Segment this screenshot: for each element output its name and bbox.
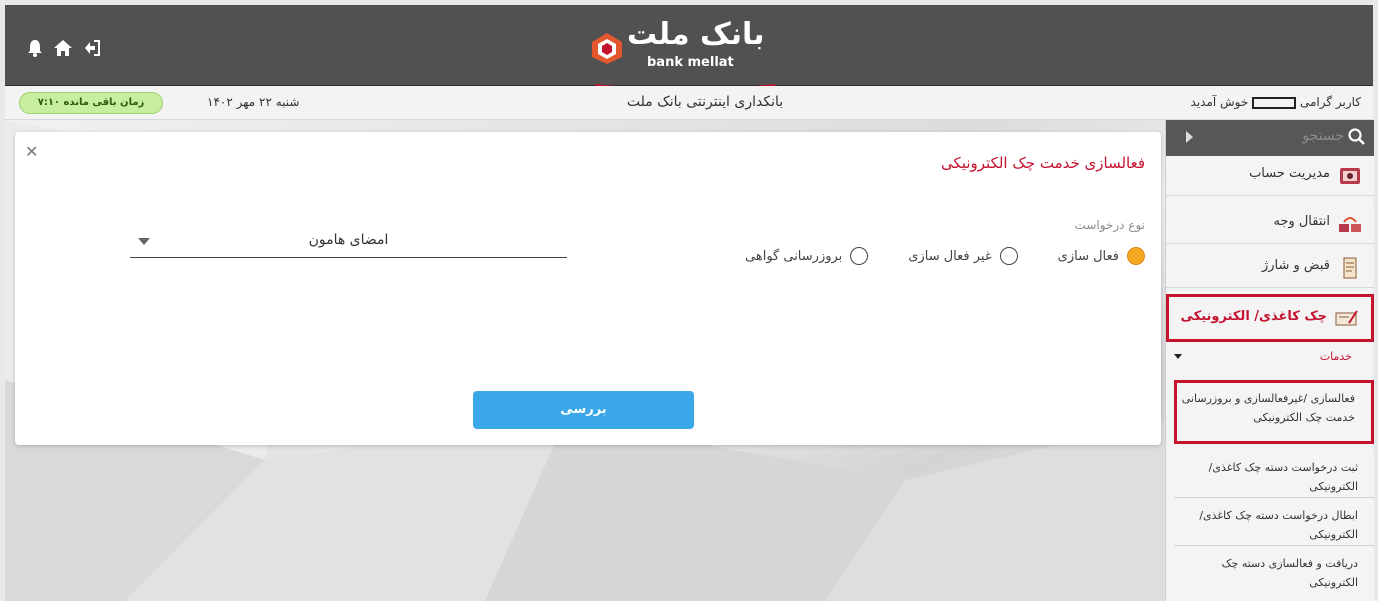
welcome-prefix: کاربر گرامی [1299, 95, 1361, 109]
submenu-services-header[interactable]: خدمات [1166, 344, 1374, 372]
current-date: شنبه ۲۲ مهر ۱۴۰۲ [207, 95, 300, 109]
home-icon[interactable] [53, 39, 73, 62]
session-timer-badge: زمان باقی مانده ۷:۱۰ [19, 92, 163, 114]
bill-icon [1343, 257, 1357, 279]
sidebar-collapse-icon[interactable] [1186, 131, 1193, 143]
fund-transfer-icon [1339, 217, 1361, 232]
radio-label: فعال سازی [1057, 248, 1119, 264]
modal-title: فعالسازی خدمت چک الکترونیکی [941, 154, 1145, 172]
search-placeholder: جستجو [1302, 128, 1344, 144]
top-header: بانک ملت bank mellat [5, 5, 1373, 91]
sidebar-item-account-management[interactable]: مدیریت حساب [1166, 156, 1374, 196]
welcome-suffix: خوش آمدید [1190, 95, 1249, 109]
signature-select[interactable]: امضای هامون [130, 228, 567, 258]
chevron-down-icon[interactable] [1174, 354, 1182, 359]
submenu-item-request-chequebook[interactable]: ثبت درخواست دسته چک کاغذی/ الکترونیکی [1174, 452, 1374, 498]
sidebar-item-label: مدیریت حساب [1249, 166, 1330, 181]
account-management-icon [1340, 168, 1360, 184]
submenu-item-label: ثبت درخواست دسته چک کاغذی/ الکترونیکی [1208, 461, 1358, 493]
logo-text-fa: بانک ملت [627, 17, 765, 52]
welcome-message: کاربر گرامی خوش آمدید [1191, 95, 1361, 109]
review-button[interactable]: بررسی [473, 391, 694, 429]
radio-unselected-icon[interactable] [999, 247, 1018, 265]
sidebar-search[interactable]: جستجو [1166, 120, 1374, 156]
sidebar-item-cheque[interactable]: چک کاغذی/ الکترونیکی [1166, 294, 1374, 342]
activation-modal: ✕ فعالسازی خدمت چک الکترونیکی نوع درخواس… [15, 132, 1161, 445]
header-icons [27, 39, 101, 62]
submenu-heading: خدمات [1319, 350, 1352, 363]
bell-icon[interactable] [27, 39, 43, 62]
radio-unselected-icon[interactable] [850, 247, 869, 265]
radio-label: غیر فعال سازی [908, 248, 992, 264]
radio-update-certificate[interactable]: بروزرسانی گواهی [745, 247, 869, 265]
submenu-item-cancel-request[interactable]: ابطال درخواست دسته چک کاغذی/ الکترونیکی [1174, 500, 1374, 546]
radio-activate[interactable]: فعال سازی [1058, 247, 1145, 265]
cheque-icon [1335, 310, 1358, 326]
search-icon[interactable] [1348, 128, 1366, 146]
sub-header: کاربر گرامی خوش آمدید بانکداری اینترنتی … [5, 86, 1373, 120]
request-type-label: نوع درخواست [1074, 218, 1145, 232]
sidebar-item-bills-charge[interactable]: قبض و شارژ [1166, 248, 1374, 288]
logo-text-en: bank mellat [647, 55, 734, 70]
sidebar-item-label: انتقال وجه [1273, 214, 1330, 229]
request-type-radio-group: فعال سازی غیر فعال سازی بروزرسانی گواهی [745, 247, 1145, 265]
sidebar: جستجو مدیریت حساب انتقال وجه قبض و شارژ [1165, 120, 1374, 601]
bank-mellat-logo-icon [592, 33, 622, 64]
submenu-item-label: ابطال درخواست دسته چک کاغذی/ الکترونیکی [1199, 509, 1358, 541]
select-value: امضای هامون [308, 232, 389, 248]
submenu-item-label: دریافت و فعالسازی دسته چک الکترونیکی [1221, 557, 1358, 589]
sidebar-item-label: قبض و شارژ [1261, 258, 1330, 273]
page-subtitle: بانکداری اینترنتی بانک ملت [626, 94, 784, 110]
submenu-item-activate-echeque[interactable]: فعالسازی /غیرفعالسازی و بروزرسانی خدمت چ… [1174, 380, 1374, 444]
radio-label: بروزرسانی گواهی [745, 248, 843, 264]
radio-selected-icon[interactable] [1127, 247, 1145, 265]
sidebar-item-label: چک کاغذی/ الکترونیکی [1180, 309, 1328, 324]
submenu-item-receive-echeque[interactable]: دریافت و فعالسازی دسته چک الکترونیکی [1174, 548, 1374, 601]
sidebar-item-fund-transfer[interactable]: انتقال وجه [1166, 204, 1374, 244]
submenu-item-label: فعالسازی /غیرفعالسازی و بروزرسانی خدمت چ… [1181, 392, 1355, 424]
chevron-down-icon[interactable] [138, 238, 150, 245]
logout-icon[interactable] [83, 39, 101, 62]
bank-logo: بانک ملت bank mellat [585, 17, 825, 91]
radio-deactivate[interactable]: غیر فعال سازی [908, 247, 1018, 265]
close-icon[interactable]: ✕ [25, 142, 38, 161]
masked-username [1252, 96, 1297, 109]
